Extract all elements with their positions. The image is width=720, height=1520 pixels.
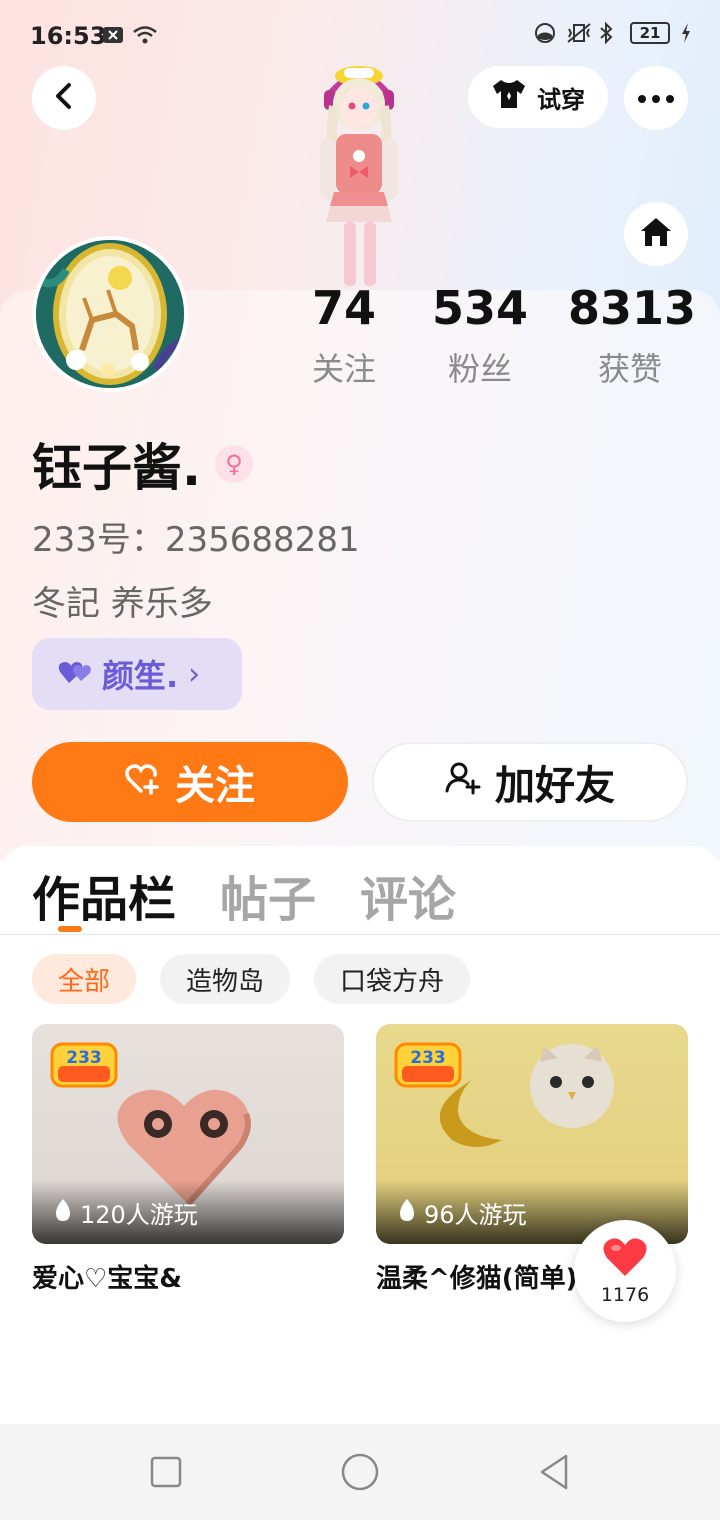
stat-fans-label: 粉丝 — [447, 350, 512, 388]
heart-pair-icon — [58, 655, 92, 693]
content-section: 作品栏 帖子 评论 全部 造物岛 口袋方舟 233 120人游玩 爱心♡宝宝& … — [0, 846, 720, 1426]
stat-following-count: 74 — [311, 281, 376, 335]
dnd-icon — [534, 22, 556, 44]
work-thumbnail[interactable]: 233 96人游玩 — [376, 1024, 688, 1244]
add-friend-button[interactable]: 加好友 — [372, 742, 688, 822]
back-button[interactable] — [32, 66, 96, 130]
bluetooth-icon — [598, 21, 620, 45]
svg-text:233: 233 — [66, 1048, 102, 1068]
system-navigation-bar — [0, 1424, 720, 1520]
work-card[interactable]: 233 120人游玩 爱心♡宝宝& — [32, 1024, 344, 1295]
flame-icon — [52, 1197, 74, 1229]
play-count: 120人游玩 — [52, 1195, 198, 1230]
chevron-right-icon: › — [188, 656, 201, 692]
status-time: 16:53 — [30, 22, 107, 50]
cp-partner-name: 颜笙. — [102, 657, 179, 695]
like-count: 1176 — [600, 1284, 650, 1306]
filter-chip-all[interactable]: 全部 — [32, 954, 137, 1004]
battery-icon: 21 — [630, 22, 670, 44]
avatar[interactable] — [32, 236, 188, 392]
user-bio: 冬記 养乐多 — [32, 584, 213, 624]
svg-text:233: 233 — [410, 1048, 446, 1068]
try-on-button[interactable]: 试穿 — [468, 66, 608, 128]
add-friend-label: 加好友 — [495, 763, 615, 809]
tab-bar: 作品栏 帖子 评论 — [32, 860, 456, 930]
flame-icon — [396, 1197, 418, 1229]
follow-label: 关注 — [175, 763, 255, 809]
stat-following-label: 关注 — [311, 350, 376, 388]
avatar-character-figure — [284, 56, 434, 292]
username: 钰子酱. — [32, 439, 201, 497]
more-dots-icon — [637, 89, 675, 108]
filter-chips: 全部 造物岛 口袋方舟 — [32, 954, 471, 1004]
stat-likes-count: 8313 — [568, 281, 697, 335]
back-nav-button[interactable] — [534, 1452, 574, 1492]
filter-chip-creation-island[interactable]: 造物岛 — [160, 954, 291, 1004]
work-title[interactable]: 爱心♡宝宝& — [32, 1258, 344, 1295]
chevron-left-icon — [52, 81, 76, 115]
creation-island-badge-icon: 233 — [394, 1042, 462, 1088]
home-nav-button[interactable] — [340, 1452, 380, 1492]
tab-comments[interactable]: 评论 — [360, 860, 456, 930]
add-user-icon — [445, 759, 481, 805]
close-notification-icon — [102, 24, 124, 46]
cp-partner-tag[interactable]: 颜笙. › — [32, 638, 242, 710]
heart-plus-icon — [125, 759, 161, 805]
heart-icon — [602, 1236, 648, 1282]
tshirt-icon — [491, 78, 527, 116]
home-icon — [639, 216, 673, 252]
play-count-label: 120人游玩 — [80, 1201, 198, 1229]
try-on-label: 试穿 — [537, 85, 585, 114]
more-options-button[interactable] — [624, 66, 688, 130]
charging-icon — [680, 22, 692, 44]
tab-works[interactable]: 作品栏 — [32, 860, 176, 930]
stat-likes[interactable]: 8313 获赞 — [568, 280, 697, 390]
recent-apps-button[interactable] — [146, 1452, 186, 1492]
stat-fans-count: 534 — [431, 281, 529, 335]
filter-chip-pocket-ark[interactable]: 口袋方舟 — [314, 954, 471, 1004]
like-floating-button[interactable]: 1176 — [574, 1220, 676, 1322]
vibrate-icon — [566, 22, 591, 44]
stat-fans[interactable]: 534 粉丝 — [430, 280, 530, 390]
stat-following[interactable]: 74 关注 — [300, 280, 388, 390]
work-thumbnail[interactable]: 233 120人游玩 — [32, 1024, 344, 1244]
username-row: 钰子酱. ♀ — [32, 428, 253, 500]
play-count: 96人游玩 — [396, 1195, 527, 1230]
creation-island-badge-icon: 233 — [50, 1042, 118, 1088]
user-id[interactable]: 233号：235688281 — [32, 512, 360, 561]
home-button[interactable] — [624, 202, 688, 266]
female-gender-icon: ♀ — [215, 445, 253, 483]
follow-button[interactable]: 关注 — [32, 742, 348, 822]
tabs-divider — [0, 934, 720, 935]
wifi-icon — [132, 24, 157, 46]
active-tab-indicator — [58, 926, 82, 932]
play-count-label: 96人游玩 — [424, 1201, 527, 1229]
tab-posts[interactable]: 帖子 — [220, 860, 316, 930]
stat-likes-label: 获赞 — [597, 350, 662, 388]
